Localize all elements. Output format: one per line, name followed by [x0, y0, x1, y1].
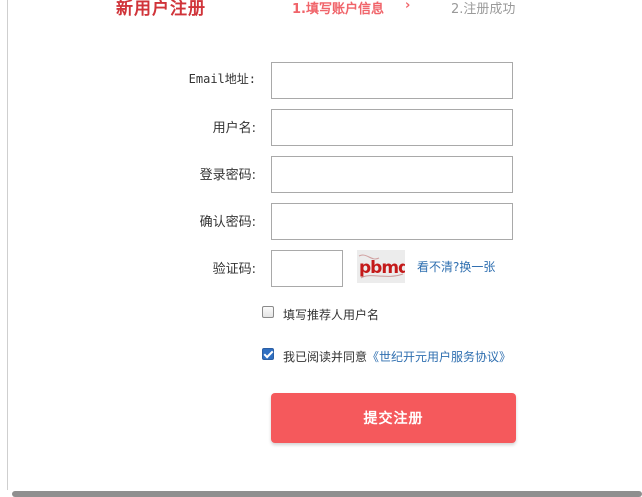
password-field[interactable]	[271, 156, 513, 193]
step-1-label: 1.填写账户信息	[292, 2, 384, 17]
email-label: Email地址:	[188, 72, 256, 86]
username-label: 用户名:	[212, 121, 256, 136]
agree-prefix: 我已阅读并同意	[283, 350, 368, 364]
username-field[interactable]	[271, 109, 513, 146]
password-label: 登录密码:	[199, 168, 256, 183]
refresh-captcha-link[interactable]: 看不清?换一张	[417, 258, 495, 275]
captcha-field[interactable]	[271, 250, 343, 287]
page-title: 新用户注册	[116, 0, 206, 19]
email-field[interactable]	[271, 62, 513, 99]
confirm-password-label: 确认密码:	[199, 215, 256, 230]
confirm-password-field[interactable]	[271, 203, 513, 240]
step-2-label: 2.注册成功	[451, 2, 516, 17]
referrer-checkbox[interactable]	[262, 306, 274, 318]
captcha-label: 验证码:	[212, 262, 256, 277]
left-border	[7, 0, 8, 490]
chevron-right-icon: ›	[405, 0, 411, 13]
referrer-label: 填写推荐人用户名	[283, 308, 380, 322]
captcha-text: pbmd	[359, 258, 405, 278]
agree-label: 我已阅读并同意《世纪开元用户服务协议》	[283, 348, 511, 365]
agree-checkbox[interactable]	[262, 348, 274, 360]
captcha-image[interactable]: pbmd	[357, 250, 405, 283]
horizontal-scrollbar[interactable]	[12, 491, 642, 497]
submit-button[interactable]: 提交注册	[271, 393, 516, 443]
agreement-link[interactable]: 《世纪开元用户服务协议》	[367, 350, 511, 364]
